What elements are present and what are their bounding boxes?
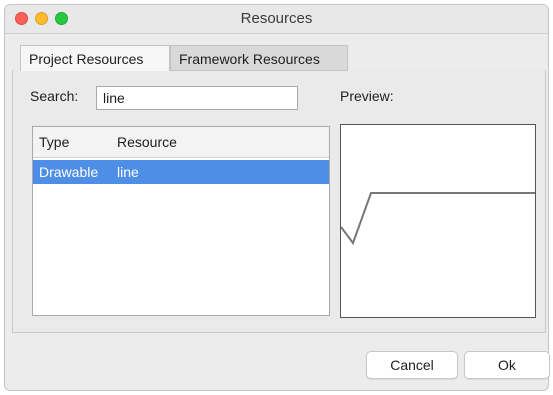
preview-label: Preview: xyxy=(340,88,394,104)
window-title: Resources xyxy=(240,10,313,27)
tab-project-resources[interactable]: Project Resources xyxy=(20,45,170,71)
table-row[interactable]: Drawable line xyxy=(33,160,329,184)
cell-resource: line xyxy=(117,164,139,180)
table-header: Type Resource xyxy=(33,127,329,158)
cancel-button[interactable]: Cancel xyxy=(366,351,458,379)
preview-panel xyxy=(340,124,536,318)
line-drawable-preview-icon xyxy=(340,192,535,246)
tab-framework-resources[interactable]: Framework Resources xyxy=(170,45,348,71)
search-label: Search: xyxy=(30,88,79,104)
column-header-type[interactable]: Type xyxy=(39,134,69,150)
resource-table[interactable]: Type Resource Drawable line xyxy=(32,126,330,316)
cell-type: Drawable xyxy=(39,164,99,180)
title-bar: Resources xyxy=(5,5,548,34)
ok-button[interactable]: Ok xyxy=(464,351,550,379)
search-input[interactable] xyxy=(96,86,298,110)
column-header-resource[interactable]: Resource xyxy=(117,134,177,150)
